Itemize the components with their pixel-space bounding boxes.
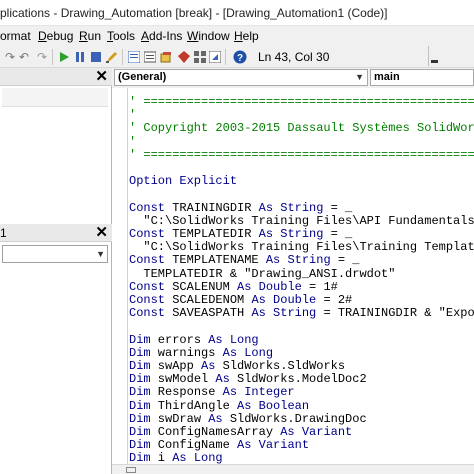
menu-bar: ormat Debug Run Tools Add-Ins Window Hel… xyxy=(0,26,474,46)
code-line: Const TRAININGDIR As String = _ xyxy=(129,200,353,215)
reset-icon[interactable] xyxy=(88,49,104,65)
code-line: Const TEMPLATENAME As String = _ xyxy=(129,253,360,268)
project-pane-header: ✕ xyxy=(0,68,112,86)
code-line: Dim swApp As SldWorks.SldWorks xyxy=(129,359,346,373)
close-icon[interactable]: ✕ xyxy=(95,224,108,242)
code-line: TEMPLATEDIR & "Drawing_ANSI.drwdot" xyxy=(129,266,396,281)
code-line: ' xyxy=(129,134,137,149)
title-bar: plications - Drawing_Automation [break] … xyxy=(0,0,474,26)
object-browser-icon[interactable] xyxy=(158,49,174,65)
code-line: "C:\SolidWorks Training Files\Training T… xyxy=(129,240,474,255)
code-line: Dim Response As Integer xyxy=(129,385,295,400)
left-pane: ✕ 1 ✕ ▼ xyxy=(0,68,112,474)
code-line: "C:\SolidWorks Training Files\API Fundam… xyxy=(129,213,474,228)
properties-pane-title: 1 xyxy=(0,226,7,240)
toolbar: ↷ ↶ ↷ ? Ln 43, Col 30 xyxy=(0,46,474,68)
menu-debug[interactable]: Debug xyxy=(38,29,73,43)
code-line: Const TEMPLATEDIR As String = _ xyxy=(129,227,353,241)
code-window-combos: (General) ▼ main xyxy=(112,68,474,88)
code-line: Dim swDraw As SldWorks.DrawingDoc xyxy=(129,411,367,426)
svg-text:?: ? xyxy=(237,53,243,64)
code-line: Dim ThirdAngle As Boolean xyxy=(129,398,310,413)
menu-tools[interactable]: Tools xyxy=(107,29,135,43)
object-combo[interactable]: (General) ▼ xyxy=(114,69,368,86)
code-line: Dim swModel As SldWorks.ModelDoc2 xyxy=(129,372,367,387)
menu-addins[interactable]: Add-Ins xyxy=(141,29,182,43)
properties-icon[interactable] xyxy=(142,49,158,65)
break-icon[interactable] xyxy=(72,49,88,65)
code-line: Dim ConfigNamesArray As Variant xyxy=(129,425,353,439)
code-line: Dim warnings As Long xyxy=(129,345,274,360)
project-explorer-icon[interactable] xyxy=(126,49,142,65)
toolbox-grid-icon[interactable] xyxy=(192,49,208,65)
code-window: (General) ▼ main ' =====================… xyxy=(112,68,474,474)
menu-format[interactable]: ormat xyxy=(0,29,31,43)
code-line: Const SCALENUM As Double = 1# xyxy=(129,279,338,294)
design-icon[interactable] xyxy=(207,49,223,65)
undo-icon[interactable]: ↶ xyxy=(16,49,32,65)
close-icon[interactable]: ✕ xyxy=(95,68,108,86)
code-line: Dim errors As Long xyxy=(129,332,259,347)
properties-object-dropdown[interactable]: ▼ xyxy=(2,245,108,263)
design-mode-icon[interactable] xyxy=(104,49,120,65)
code-line: ' Copyright 2003-2015 Dassault Systèmes … xyxy=(129,121,474,136)
help-icon[interactable]: ? xyxy=(232,49,248,65)
menu-help[interactable]: Help xyxy=(234,29,259,43)
project-toolbar xyxy=(2,88,108,107)
code-line: Const SAVEASPATH As String = TRAININGDIR… xyxy=(129,306,474,321)
properties-pane-header: 1 ✕ xyxy=(0,224,112,242)
chevron-down-icon: ▼ xyxy=(355,72,364,82)
scroll-thumb[interactable] xyxy=(126,467,136,473)
menu-window[interactable]: Window xyxy=(187,29,230,43)
toolbar-scroll-handle[interactable] xyxy=(428,46,439,66)
undo-arrow-icon[interactable]: ↷ xyxy=(34,49,50,65)
code-line: Dim ConfigName As Variant xyxy=(129,438,310,453)
code-line: ' xyxy=(129,108,137,123)
toolbox-icon[interactable] xyxy=(176,49,192,65)
code-editor[interactable]: ' ======================================… xyxy=(129,88,474,465)
cursor-position: Ln 43, Col 30 xyxy=(258,50,330,64)
margin-indicator-bar xyxy=(112,88,128,464)
code-line: ' ======================================… xyxy=(129,95,474,109)
run-icon[interactable] xyxy=(56,49,72,65)
horizontal-scrollbar[interactable] xyxy=(112,464,474,474)
menu-run[interactable]: Run xyxy=(79,29,101,43)
procedure-combo[interactable]: main xyxy=(370,69,474,86)
code-line: Const SCALEDENOM As Double = 2# xyxy=(129,293,353,307)
code-line: Option Explicit xyxy=(129,174,238,189)
chevron-down-icon: ▼ xyxy=(96,249,105,259)
code-line: ' ======================================… xyxy=(129,147,474,162)
window-title: plications - Drawing_Automation [break] … xyxy=(0,6,388,20)
code-line: Dim i As Long xyxy=(129,451,223,464)
